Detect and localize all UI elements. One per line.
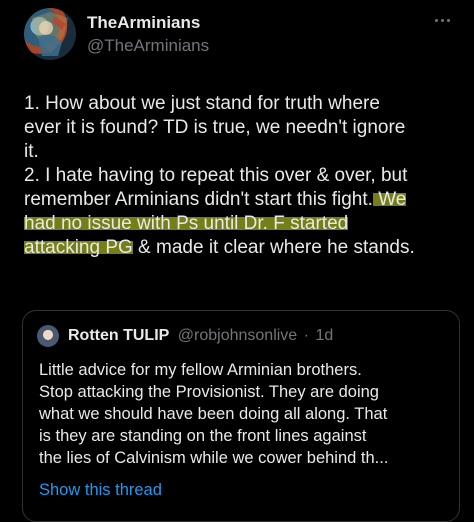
quoted-tweet-card[interactable]: Rotten TULIP @robjohnsonlive · 1d Little… <box>22 310 460 522</box>
author-display-name[interactable]: TheArminians <box>87 13 200 33</box>
separator-dot: · <box>303 327 309 344</box>
quoted-tweet-text: Little advice for my fellow Arminian bro… <box>39 359 449 469</box>
quoted-line: what we should have been doing all along… <box>39 405 388 423</box>
tweet-line: had no issue with Ps until Dr. F started <box>24 212 464 236</box>
dot <box>434 18 438 22</box>
author-avatar[interactable] <box>24 8 76 60</box>
highlighted-text: attacking PG <box>24 237 133 258</box>
quoted-line: the lies of Calvinism while we cower beh… <box>39 449 389 467</box>
quoted-line: Little advice for my fellow Arminian bro… <box>39 361 362 379</box>
quoted-author-handle[interactable]: @robjohnsonlive <box>178 327 297 344</box>
show-thread-link[interactable]: Show this thread <box>39 481 162 500</box>
tweet-text-segment: remember Arminians didn't start this fig… <box>24 189 373 210</box>
quoted-timestamp[interactable]: 1d <box>315 327 333 344</box>
tweet-text: 1. How about we just stand for truth whe… <box>24 92 464 260</box>
quoted-author-avatar[interactable] <box>37 325 59 347</box>
dot <box>440 18 444 22</box>
more-options-icon[interactable] <box>430 10 454 30</box>
quoted-tweet-header: Rotten TULIP @robjohnsonlive · 1d <box>68 325 333 347</box>
quoted-author-name[interactable]: Rotten TULIP <box>68 327 169 344</box>
author-handle[interactable]: @TheArminians <box>87 36 209 56</box>
tweet-text-segment: & made it clear where he stands. <box>132 237 415 258</box>
tweet-line: 1. How about we just stand for truth whe… <box>24 93 380 114</box>
quoted-line: Stop attacking the Provisionist. They ar… <box>39 383 379 401</box>
tweet-line: it. <box>24 141 39 162</box>
dot <box>446 18 450 22</box>
tweet-line: attacking PG & made it clear where he st… <box>24 236 464 260</box>
tweet-line: remember Arminians didn't start this fig… <box>24 188 464 212</box>
tweet-line: 2. I hate having to repeat this over & o… <box>24 165 408 186</box>
stained-glass-icon <box>32 12 68 56</box>
quoted-line: is they are standing on the front lines … <box>39 427 367 445</box>
highlighted-text: We <box>372 189 407 210</box>
highlighted-text: had no issue with Ps until Dr. F started <box>24 213 349 234</box>
tweet-line: ever it is found? TD is true, we needn't… <box>24 117 406 138</box>
